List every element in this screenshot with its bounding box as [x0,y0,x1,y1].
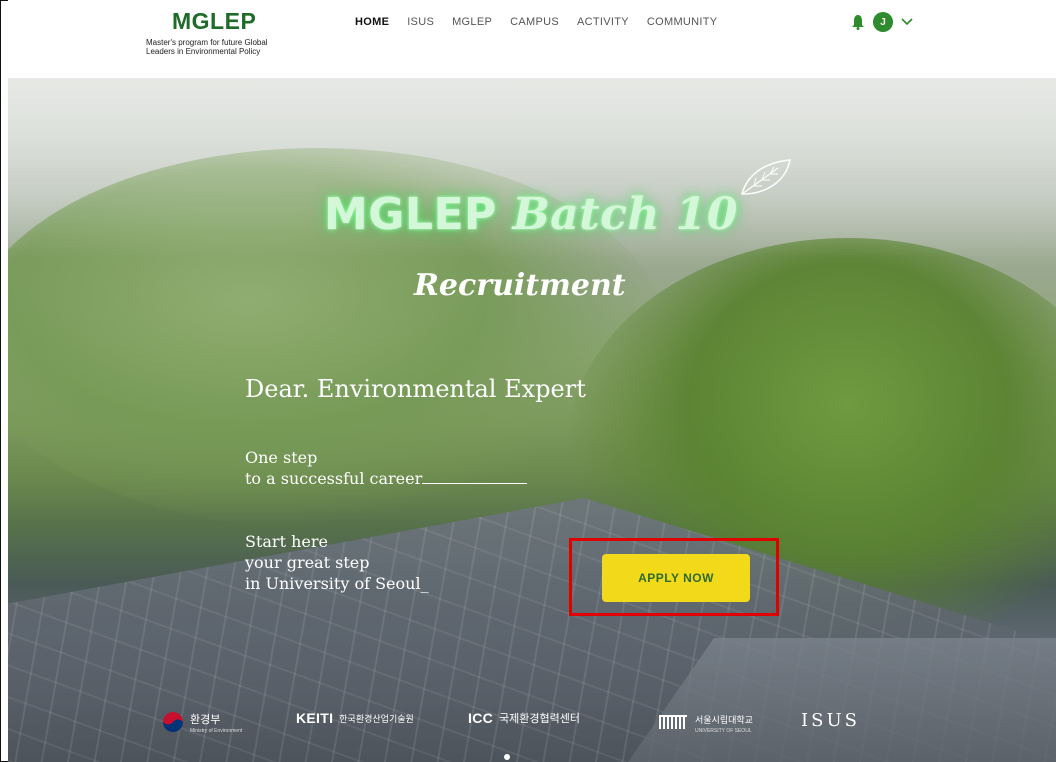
nav-mglep[interactable]: MGLEP [452,16,492,28]
main-nav: HOME ISUS MGLEP CAMPUS ACTIVITY COMMUNIT… [355,16,735,28]
avatar[interactable]: J [873,12,893,32]
step-line1: One step [245,448,318,467]
nav-activity[interactable]: ACTIVITY [577,16,629,28]
nav-community[interactable]: COMMUNITY [647,16,718,28]
chevron-down-icon[interactable] [901,18,913,26]
uos-korean: 서울시립대학교 [695,715,753,725]
keiti-korean: 한국환경산업기술원 [339,713,414,724]
user-zone: J [851,12,913,32]
site-header: MGLEP Master's program for future Global… [8,0,1056,78]
moe-sub: Ministry of Environment [190,728,243,734]
apply-now-button[interactable]: APPLY NOW [602,554,750,602]
leaf-icon [741,159,791,195]
hero-subtitle: Recruitment [414,268,626,303]
partner-uos[interactable]: 서울시립대학교 UNIVERSITY OF SEOUL [659,710,753,734]
nav-home[interactable]: HOME [355,16,389,28]
scroll-indicator [504,754,510,760]
moe-emblem-icon [163,712,183,732]
icc-name: ICC [468,710,494,726]
start-line1: Start here [245,532,328,551]
hero-title-part1: MGLEP [324,189,497,240]
start-line2: your great step [245,553,370,572]
partner-keiti[interactable]: KEITI 한국환경산업기술원 [296,710,414,726]
icc-korean: 국제환경협력센터 [499,713,580,725]
isus-name: ISUS [801,710,860,731]
partner-moe[interactable]: 환경부 Ministry of Environment [162,710,242,734]
partner-logos: 환경부 Ministry of Environment KEITI 한국환경산업… [8,702,1056,742]
hero-banner: MGLEP Batch 10 Recruitment Dear. Environ… [8,78,1056,762]
step-line2: to a successful career [245,469,423,488]
uos-sub: UNIVERSITY OF SEOUL [695,728,752,734]
logo-subtitle: Master's program for future Global Leade… [146,38,296,56]
start-text: Start here your great step in University… [245,531,429,594]
step-text: One step to a successful career [245,447,528,489]
keiti-name: KEITI [296,710,334,726]
avatar-initial: J [880,16,886,28]
bell-icon[interactable] [851,14,865,30]
logo[interactable]: MGLEP Master's program for future Global… [146,8,306,56]
partner-isus[interactable]: ISUS [801,710,860,731]
nav-campus[interactable]: CAMPUS [510,16,559,28]
greeting-text: Dear. Environmental Expert [245,375,586,403]
uos-emblem-icon [659,715,687,729]
logo-subtitle-line2: Leaders in Environmental Policy [146,47,261,56]
logo-subtitle-line1: Master's program for future Global [146,38,268,47]
nav-isus[interactable]: ISUS [407,16,434,28]
hero-title-part2: Batch 10 [512,189,738,240]
logo-title: MGLEP [172,8,257,34]
hero-title: MGLEP Batch 10 [324,189,738,240]
partner-icc[interactable]: ICC 국제환경협력센터 [468,710,580,726]
moe-name: 환경부 [190,714,221,726]
apply-highlight-box: APPLY NOW [569,538,779,616]
underline-decoration [422,471,528,484]
start-line3: in University of Seoul_ [245,574,429,593]
